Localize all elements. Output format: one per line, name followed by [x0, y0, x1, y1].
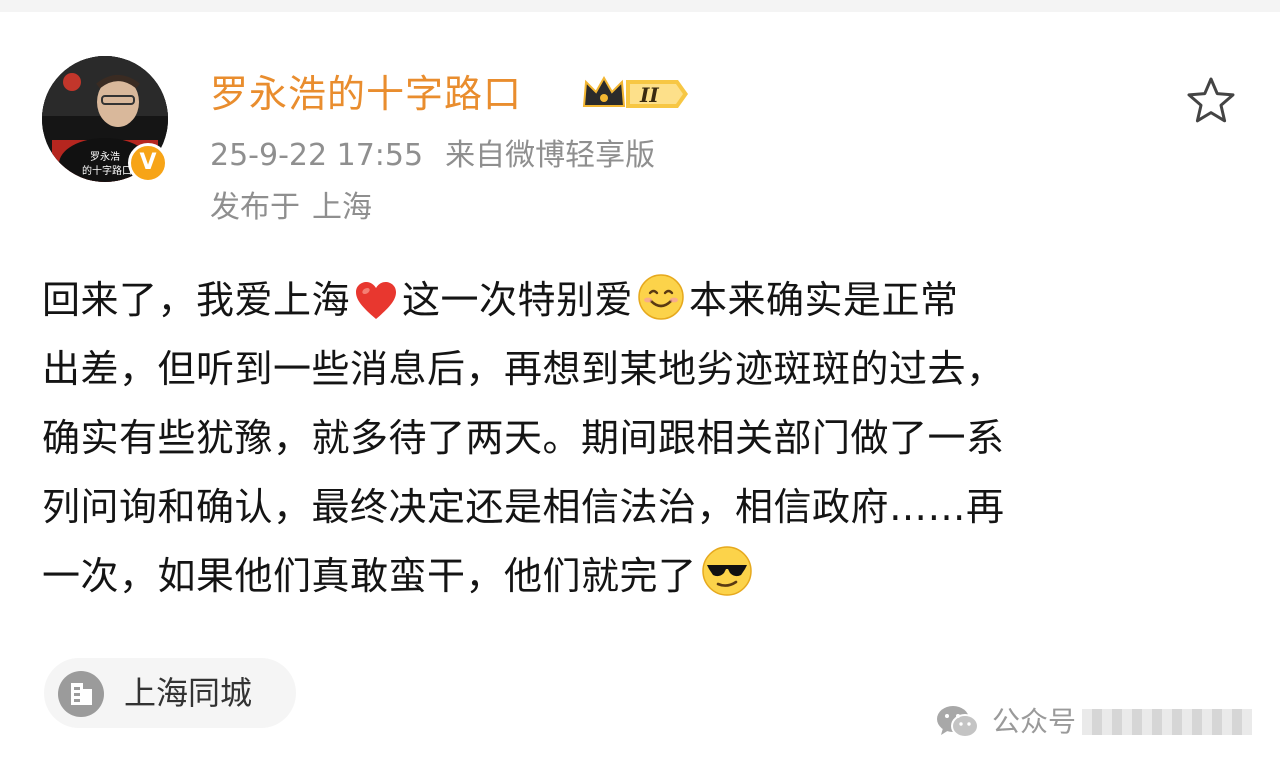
avatar-caption-line1: 罗永浩 — [90, 150, 120, 163]
building-icon — [58, 671, 104, 717]
location-prefix: 发布于 — [210, 190, 300, 225]
author-name[interactable]: 罗永浩的十字路口 — [210, 66, 522, 122]
top-divider — [0, 0, 1280, 12]
post-body-text: 这一次特别爱 — [402, 278, 634, 322]
post-body-text: 回来了，我爱上海 — [42, 278, 351, 322]
location-tag-label: 上海同城 — [124, 674, 253, 712]
post-body-text: 确实有些犹豫，就多待了两天。期间跟相关部门做了一系 — [42, 416, 1005, 460]
heart-emoji-icon — [350, 278, 402, 322]
watermark: 公众号 — [934, 700, 1253, 744]
post-body-line: 出差，但听到一些消息后，再想到某地劣迹斑斑的过去， — [42, 335, 1242, 404]
avatar-caption-line2: 的十字路口 — [82, 164, 132, 177]
star-outline-icon[interactable] — [1184, 74, 1238, 128]
smile-emoji-icon — [633, 274, 689, 322]
location-tag-chip[interactable]: 上海同城 — [44, 658, 296, 728]
membership-level-label: II — [639, 83, 659, 107]
post-body-text: 出差，但听到一些消息后，再想到某地劣迹斑斑的过去， — [42, 347, 1005, 391]
location-name: 上海 — [312, 190, 372, 225]
post-body: 回来了，我爱上海 这一次特别爱 本来确实是正常出差，但听到一些消息后，再想到某地劣迹… — [42, 266, 1242, 611]
post-body-line: 列问询和确认，最终决定还是相信法治，相信政府……再 — [42, 473, 1242, 542]
membership-crown-icon[interactable]: II — [580, 70, 692, 118]
wechat-icon — [937, 706, 979, 738]
post-source[interactable]: 来自微博轻享版 — [445, 138, 655, 173]
post-body-text: 列问询和确认，最终决定还是相信法治，相信政府……再 — [42, 485, 1005, 529]
watermark-blurred-account — [1082, 709, 1253, 735]
cool-emoji-icon — [697, 546, 757, 598]
post-body-text: 一次，如果他们真敢蛮干，他们就完了 — [42, 554, 697, 598]
post-body-text: 本来确实是正常 — [689, 278, 959, 322]
post-timestamp: 25-9-22 17:55 — [210, 138, 424, 173]
post-meta: 25-9-22 17:55 来自微博轻享版 — [210, 134, 655, 178]
post-body-line: 确实有些犹豫，就多待了两天。期间跟相关部门做了一系 — [42, 404, 1242, 473]
watermark-text: 公众号 — [992, 705, 1077, 738]
verified-badge-icon: V — [128, 143, 168, 183]
post-body-line: 一次，如果他们真敢蛮干，他们就完了 — [42, 542, 1242, 611]
post-location: 发布于 上海 — [210, 186, 372, 230]
post-body-line: 回来了，我爱上海 这一次特别爱 本来确实是正常 — [42, 266, 1242, 335]
weibo-post-card: 罗永浩 的十字路口 V 罗永浩的十字路口 II 25-9-22 17:55 来自微… — [0, 0, 1280, 768]
